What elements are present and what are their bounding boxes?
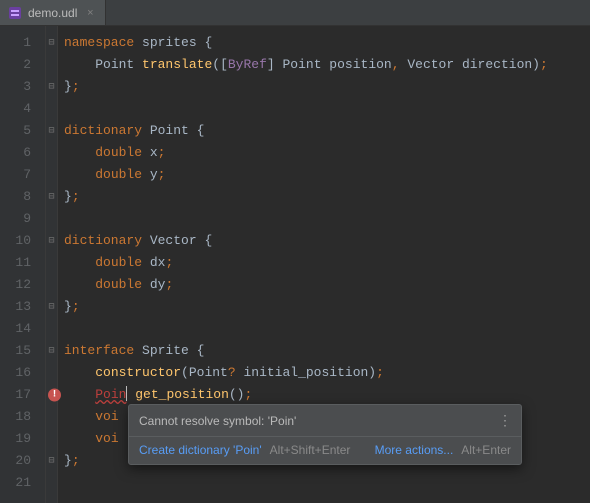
unresolved-symbol: Poin [95,387,126,402]
line-number: 5 [0,120,45,142]
fold-gutter-cell [46,472,57,494]
code-line[interactable]: }; [64,76,590,98]
code-line[interactable] [64,472,590,494]
fold-toggle-icon[interactable]: ⊟ [46,32,57,54]
line-number: 2 [0,54,45,76]
fold-gutter-cell [46,274,57,296]
fold-gutter-cell [46,318,57,340]
code-line[interactable]: }; [64,296,590,318]
fold-gutter-cell [46,98,57,120]
code-line[interactable] [64,208,590,230]
fold-gutter-cell [46,362,57,384]
tab-bar: demo.udl × [0,0,590,26]
line-number: 12 [0,274,45,296]
line-number: 21 [0,472,45,494]
code-line[interactable]: interface Sprite { [64,340,590,362]
code-line[interactable]: dictionary Point { [64,120,590,142]
error-tooltip-popup: Cannot resolve symbol: 'Poin' ⋮ Create d… [128,404,522,465]
fold-gutter-cell [46,142,57,164]
fold-gutter-cell [46,252,57,274]
error-message: Cannot resolve symbol: 'Poin' [139,414,296,428]
popup-actions-row: Create dictionary 'Poin' Alt+Shift+Enter… [129,437,521,464]
file-type-icon [8,6,22,20]
fold-gutter-cell [46,164,57,186]
line-number: 10 [0,230,45,252]
fold-gutter-cell [46,428,57,450]
line-number: 9 [0,208,45,230]
line-number: 7 [0,164,45,186]
code-line[interactable] [64,98,590,120]
more-actions-link[interactable]: More actions... [375,443,454,457]
more-vertical-icon[interactable]: ⋮ [498,412,511,429]
code-line[interactable]: double dy; [64,274,590,296]
fold-toggle-icon[interactable]: ⊟ [46,340,57,362]
line-number: 6 [0,142,45,164]
line-number-gutter: 1234567891011121314151617!18192021 [0,26,46,503]
line-number: 18 [0,406,45,428]
tab-filename: demo.udl [28,6,77,20]
fold-gutter-cell [46,54,57,76]
line-number: 13 [0,296,45,318]
close-icon[interactable]: × [83,6,97,20]
fold-toggle-icon[interactable]: ⊟ [46,76,57,98]
code-line[interactable]: constructor(Point? initial_position); [64,362,590,384]
fold-toggle-icon[interactable]: ⊟ [46,450,57,472]
line-number: 16 [0,362,45,384]
editor-tab-demo[interactable]: demo.udl × [0,0,106,25]
code-line[interactable]: Point translate([ByRef] Point position, … [64,54,590,76]
line-number: 14 [0,318,45,340]
line-number: 17! [0,384,45,406]
line-number: 11 [0,252,45,274]
code-line[interactable]: double x; [64,142,590,164]
fold-toggle-icon[interactable]: ⊟ [46,296,57,318]
fold-column: ⊟ ⊟ ⊟ ⊟ ⊟ ⊟ ⊟ ⊟ [46,26,58,503]
code-line[interactable]: double y; [64,164,590,186]
code-line[interactable]: double dx; [64,252,590,274]
fold-toggle-icon[interactable]: ⊟ [46,120,57,142]
line-number: 15 [0,340,45,362]
fold-gutter-cell [46,406,57,428]
line-number: 20 [0,450,45,472]
more-actions-shortcut: Alt+Enter [461,443,511,457]
line-number: 19 [0,428,45,450]
line-number: 3 [0,76,45,98]
fold-gutter-cell [46,208,57,230]
line-number: 4 [0,98,45,120]
line-number: 8 [0,186,45,208]
fold-toggle-icon[interactable]: ⊟ [46,186,57,208]
code-line[interactable]: }; [64,186,590,208]
quickfix-create-dictionary[interactable]: Create dictionary 'Poin' [139,443,262,457]
code-line[interactable]: namespace sprites { [64,32,590,54]
code-line[interactable] [64,318,590,340]
code-line[interactable]: dictionary Vector { [64,230,590,252]
quickfix-shortcut: Alt+Shift+Enter [270,443,351,457]
code-line-error[interactable]: Poin get_position(); [64,384,590,406]
error-bulb-icon[interactable]: ! [48,389,61,402]
line-number: 1 [0,32,45,54]
popup-header: Cannot resolve symbol: 'Poin' ⋮ [129,405,521,437]
fold-toggle-icon[interactable]: ⊟ [46,230,57,252]
